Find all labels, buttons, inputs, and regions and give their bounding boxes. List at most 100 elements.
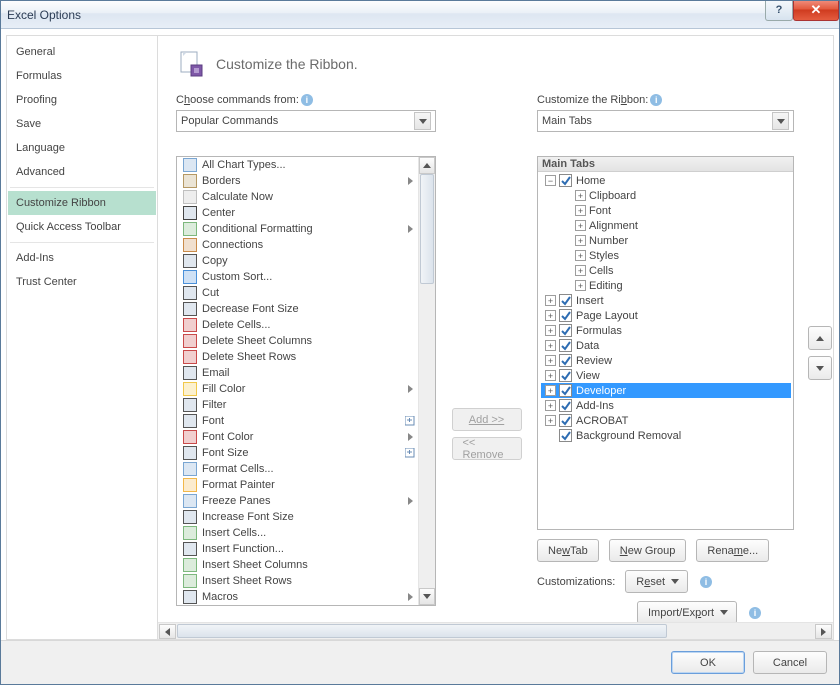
command-item[interactable]: Connections [177, 237, 418, 253]
sidebar-item-save[interactable]: Save [8, 112, 156, 136]
tree-item-number[interactable]: +Number [541, 233, 791, 248]
tree-item-cells[interactable]: +Cells [541, 263, 791, 278]
command-item[interactable]: Custom Sort... [177, 269, 418, 285]
tree-item-background-removal[interactable]: Background Removal [541, 428, 791, 443]
list-vertical-scrollbar[interactable] [418, 157, 435, 605]
scroll-right-button[interactable] [815, 624, 832, 639]
command-item[interactable]: Delete Sheet Rows [177, 349, 418, 365]
tree-item-review[interactable]: +Review [541, 353, 791, 368]
tree-item-add-ins[interactable]: +Add-Ins [541, 398, 791, 413]
close-button[interactable]: ✕ [793, 1, 839, 21]
tree-item-page-layout[interactable]: +Page Layout [541, 308, 791, 323]
command-item[interactable]: Font [177, 413, 418, 429]
command-item[interactable]: Borders [177, 173, 418, 189]
expand-icon[interactable]: + [545, 325, 556, 336]
sidebar-item-trust-center[interactable]: Trust Center [8, 270, 156, 294]
tab-checkbox[interactable] [559, 399, 572, 412]
expand-icon[interactable]: + [545, 415, 556, 426]
command-item[interactable]: Increase Font Size [177, 509, 418, 525]
tree-item-clipboard[interactable]: +Clipboard [541, 188, 791, 203]
command-item[interactable]: Conditional Formatting [177, 221, 418, 237]
sidebar-item-quick-access-toolbar[interactable]: Quick Access Toolbar [8, 215, 156, 239]
scroll-down-button[interactable] [419, 588, 435, 605]
info-icon[interactable]: i [749, 607, 761, 619]
new-tab-button[interactable]: New Tab [537, 539, 599, 562]
tab-checkbox[interactable] [559, 309, 572, 322]
collapse-icon[interactable]: − [545, 175, 556, 186]
horizontal-scrollbar[interactable] [158, 622, 833, 639]
sidebar-item-general[interactable]: General [8, 40, 156, 64]
command-item[interactable]: Freeze Panes [177, 493, 418, 509]
tree-item-alignment[interactable]: +Alignment [541, 218, 791, 233]
move-down-button[interactable] [808, 356, 832, 380]
sidebar-item-advanced[interactable]: Advanced [8, 160, 156, 184]
expand-icon[interactable]: + [545, 385, 556, 396]
scroll-track[interactable] [177, 623, 814, 639]
expand-icon[interactable]: + [575, 235, 586, 246]
info-icon[interactable]: i [650, 94, 662, 106]
command-item[interactable]: Insert Function... [177, 541, 418, 557]
command-item[interactable]: Email [177, 365, 418, 381]
command-item[interactable]: Filter [177, 397, 418, 413]
ribbon-tabs-tree[interactable]: Main Tabs −Home+Clipboard+Font+Alignment… [537, 156, 794, 530]
tab-checkbox[interactable] [559, 354, 572, 367]
command-item[interactable]: Decrease Font Size [177, 301, 418, 317]
expand-icon[interactable]: + [575, 205, 586, 216]
expand-icon[interactable]: + [545, 310, 556, 321]
command-item[interactable]: Format Painter [177, 477, 418, 493]
scroll-up-button[interactable] [419, 157, 435, 174]
expand-icon[interactable]: + [575, 220, 586, 231]
command-item[interactable]: Font Size [177, 445, 418, 461]
tree-item-insert[interactable]: +Insert [541, 293, 791, 308]
sidebar-item-formulas[interactable]: Formulas [8, 64, 156, 88]
scroll-thumb[interactable] [420, 174, 434, 284]
tab-checkbox[interactable] [559, 294, 572, 307]
command-item[interactable]: Insert Sheet Columns [177, 557, 418, 573]
expand-icon[interactable]: + [545, 355, 556, 366]
command-item[interactable]: Delete Cells... [177, 317, 418, 333]
sidebar-item-proofing[interactable]: Proofing [8, 88, 156, 112]
command-item[interactable]: Center [177, 205, 418, 221]
command-item[interactable]: Cut [177, 285, 418, 301]
command-item[interactable]: Fill Color [177, 381, 418, 397]
tab-checkbox[interactable] [559, 384, 572, 397]
scroll-track[interactable] [419, 174, 435, 588]
tree-item-view[interactable]: +View [541, 368, 791, 383]
tab-checkbox[interactable] [559, 414, 572, 427]
rename-button[interactable]: Rename... [696, 539, 769, 562]
info-icon[interactable]: i [301, 94, 313, 106]
expand-icon[interactable]: + [545, 400, 556, 411]
command-item[interactable]: Delete Sheet Columns [177, 333, 418, 349]
tree-item-styles[interactable]: +Styles [541, 248, 791, 263]
scroll-thumb[interactable] [177, 624, 667, 638]
command-item[interactable]: Format Cells... [177, 461, 418, 477]
tree-item-acrobat[interactable]: +ACROBAT [541, 413, 791, 428]
expand-icon[interactable]: + [575, 190, 586, 201]
tree-item-home[interactable]: −Home [541, 173, 791, 188]
command-item[interactable]: Calculate Now [177, 189, 418, 205]
info-icon[interactable]: i [700, 576, 712, 588]
ok-button[interactable]: OK [671, 651, 745, 674]
command-item[interactable]: Insert Cells... [177, 525, 418, 541]
expand-icon[interactable]: + [575, 250, 586, 261]
command-item[interactable]: Copy [177, 253, 418, 269]
tree-item-editing[interactable]: +Editing [541, 278, 791, 293]
customize-ribbon-combo[interactable]: Main Tabs [537, 110, 794, 132]
sidebar-item-add-ins[interactable]: Add-Ins [8, 246, 156, 270]
expand-icon[interactable]: + [545, 295, 556, 306]
command-item[interactable]: All Chart Types... [177, 157, 418, 173]
tab-checkbox[interactable] [559, 324, 572, 337]
add-button[interactable]: Add >> [452, 408, 522, 431]
sidebar-item-language[interactable]: Language [8, 136, 156, 160]
command-item[interactable]: Macros [177, 589, 418, 605]
tab-checkbox[interactable] [559, 429, 572, 442]
remove-button[interactable]: << Remove [452, 437, 522, 460]
sidebar-item-customize-ribbon[interactable]: Customize Ribbon [8, 191, 156, 215]
tree-item-developer[interactable]: +Developer [541, 383, 791, 398]
expand-icon[interactable]: + [575, 280, 586, 291]
move-up-button[interactable] [808, 326, 832, 350]
help-button[interactable]: ? [765, 1, 793, 21]
command-item[interactable]: Font Color [177, 429, 418, 445]
tree-item-formulas[interactable]: +Formulas [541, 323, 791, 338]
tab-checkbox[interactable] [559, 174, 572, 187]
